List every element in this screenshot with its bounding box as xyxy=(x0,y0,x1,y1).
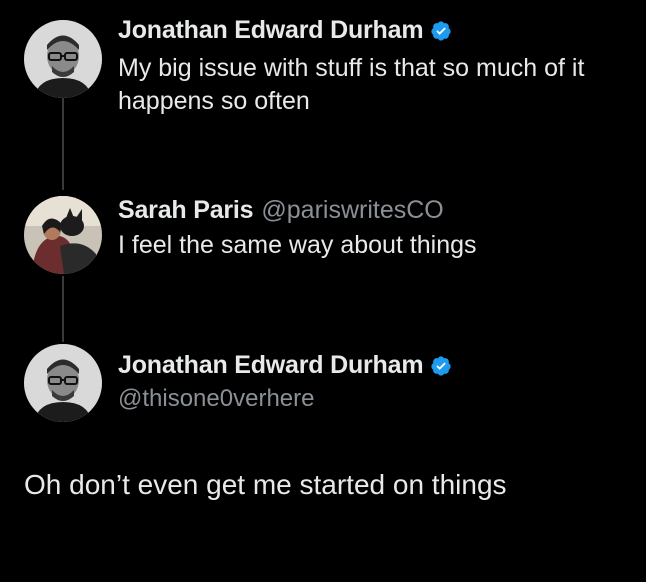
thread-connector-line xyxy=(62,98,64,190)
display-name[interactable]: Jonathan Edward Durham xyxy=(118,16,424,45)
tweet-text: I feel the same way about things xyxy=(118,231,477,259)
display-name[interactable]: Jonathan Edward Durham xyxy=(118,351,424,380)
avatar-man-glasses-icon xyxy=(24,344,102,422)
avatar-woman-with-dog-icon xyxy=(24,196,102,274)
user-handle[interactable]: @thisone0verhere xyxy=(118,385,314,413)
avatar[interactable] xyxy=(24,196,102,274)
tweet-header: Jonathan Edward Durham xyxy=(118,16,452,45)
avatar[interactable] xyxy=(24,344,102,422)
tweet-header: Jonathan Edward Durham xyxy=(118,351,452,380)
verified-badge-icon xyxy=(431,355,451,376)
verified-badge-icon xyxy=(431,20,451,41)
tweet-header: Sarah Paris @pariswritesCO xyxy=(118,196,444,225)
avatar-man-glasses-icon xyxy=(24,20,102,98)
user-handle[interactable]: @pariswritesCO xyxy=(261,196,443,225)
display-name[interactable]: Sarah Paris xyxy=(118,196,254,225)
thread-container: Jonathan Edward Durham My big issue with… xyxy=(0,0,646,582)
tweet-text: Oh don’t even get me started on things xyxy=(24,469,507,500)
tweet-text: My big issue with stuff is that so much … xyxy=(118,54,585,115)
thread-connector-line xyxy=(62,276,64,342)
avatar[interactable] xyxy=(24,20,102,98)
